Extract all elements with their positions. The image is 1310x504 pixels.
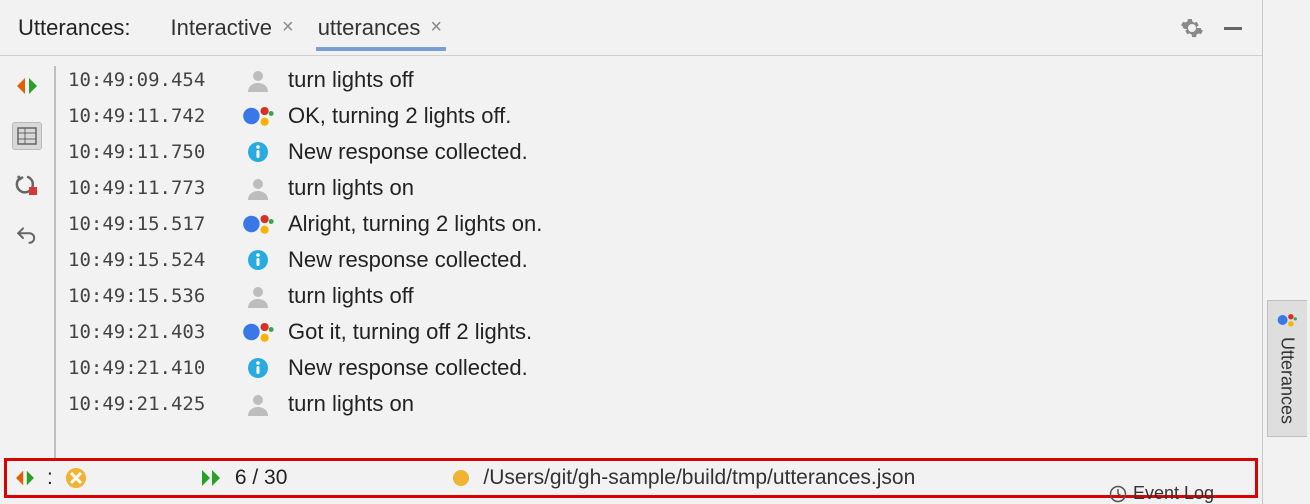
log-message: turn lights off xyxy=(288,278,414,314)
info-icon xyxy=(240,140,276,164)
log-message: turn lights off xyxy=(288,62,414,98)
side-tab-label: Utterances xyxy=(1277,337,1298,424)
log-row: 10:49:21.403 Got it, turning off 2 lights… xyxy=(68,314,1262,350)
undo-icon[interactable] xyxy=(12,222,42,250)
toolbar xyxy=(0,62,54,458)
log-message: Got it, turning off 2 lights. xyxy=(288,314,532,350)
side-tab-utterances[interactable]: Utterances xyxy=(1267,300,1307,437)
log-row: 10:49:15.517 Alright, turning 2 lights on… xyxy=(68,206,1262,242)
user-icon xyxy=(240,391,276,417)
log-message: turn lights on xyxy=(288,386,414,422)
assistant-icon xyxy=(1276,309,1298,331)
layout-icon[interactable] xyxy=(12,122,42,150)
fast-forward-icon[interactable] xyxy=(201,469,223,487)
status-dot-icon xyxy=(451,468,471,488)
assistant-icon xyxy=(240,102,276,130)
assistant-icon xyxy=(240,318,276,346)
tab-interactive-label: Interactive xyxy=(171,15,273,41)
tab-utterances[interactable]: utterances × xyxy=(316,5,446,51)
event-log-button[interactable]: Event Log xyxy=(1109,483,1214,504)
gear-icon[interactable] xyxy=(1180,16,1204,40)
close-icon[interactable]: × xyxy=(280,16,296,39)
collapse-expand-icon[interactable] xyxy=(12,72,42,100)
log-timestamp: 10:49:15.536 xyxy=(68,278,228,314)
log-message: New response collected. xyxy=(288,134,528,170)
user-icon xyxy=(240,283,276,309)
log-message: Alright, turning 2 lights on. xyxy=(288,206,542,242)
tab-list: Interactive × utterances × xyxy=(169,5,447,51)
log-timestamp: 10:49:15.517 xyxy=(68,206,228,242)
log-row: 10:49:11.773 turn lights on xyxy=(68,170,1262,206)
info-icon xyxy=(240,248,276,272)
header-bar: Utterances: Interactive × utterances × xyxy=(0,0,1262,56)
log-timestamp: 10:49:11.742 xyxy=(68,98,228,134)
log-message: turn lights on xyxy=(288,170,414,206)
log-timestamp: 10:49:15.524 xyxy=(68,242,228,278)
status-path: /Users/git/gh-sample/build/tmp/utterance… xyxy=(483,466,915,490)
status-colon: : xyxy=(47,466,53,490)
event-log-label: Event Log xyxy=(1133,483,1214,504)
status-progress: 6 / 30 xyxy=(235,466,288,490)
log-row: 10:49:15.536 turn lights off xyxy=(68,278,1262,314)
log-row: 10:49:15.524 New response collected. xyxy=(68,242,1262,278)
rerun-failed-icon[interactable] xyxy=(12,172,42,200)
log-timestamp: 10:49:11.750 xyxy=(68,134,228,170)
log-row: 10:49:11.750 New response collected. xyxy=(68,134,1262,170)
log-message: New response collected. xyxy=(288,350,528,386)
user-icon xyxy=(240,175,276,201)
status-bar: : 6 / 30 /Users/git/gh-sample/build/tmp/… xyxy=(4,458,1258,498)
collapse-expand-icon[interactable] xyxy=(15,469,35,487)
log-row: 10:49:11.742 OK, turning 2 lights off. xyxy=(68,98,1262,134)
log-row: 10:49:09.454 turn lights off xyxy=(68,62,1262,98)
side-panel: Utterances xyxy=(1262,0,1310,504)
log-timestamp: 10:49:11.773 xyxy=(68,170,228,206)
tab-interactive[interactable]: Interactive × xyxy=(169,5,298,51)
log-timestamp: 10:49:21.425 xyxy=(68,386,228,422)
info-icon xyxy=(240,356,276,380)
warning-icon xyxy=(65,467,87,489)
assistant-icon xyxy=(240,210,276,238)
log-message: OK, turning 2 lights off. xyxy=(288,98,511,134)
log-row: 10:49:21.410 New response collected. xyxy=(68,350,1262,386)
log-timestamp: 10:49:21.410 xyxy=(68,350,228,386)
minimize-icon[interactable] xyxy=(1222,17,1244,39)
close-icon[interactable]: × xyxy=(428,16,444,39)
log-timestamp: 10:49:21.403 xyxy=(68,314,228,350)
user-icon xyxy=(240,67,276,93)
tab-utterances-label: utterances xyxy=(318,15,421,41)
log-message: New response collected. xyxy=(288,242,528,278)
panel-title: Utterances: xyxy=(18,15,131,41)
log-list[interactable]: 10:49:09.454 turn lights off 10:49:11.742 O… xyxy=(68,62,1262,458)
log-row: 10:49:21.425 turn lights on xyxy=(68,386,1262,422)
log-timestamp: 10:49:09.454 xyxy=(68,62,228,98)
